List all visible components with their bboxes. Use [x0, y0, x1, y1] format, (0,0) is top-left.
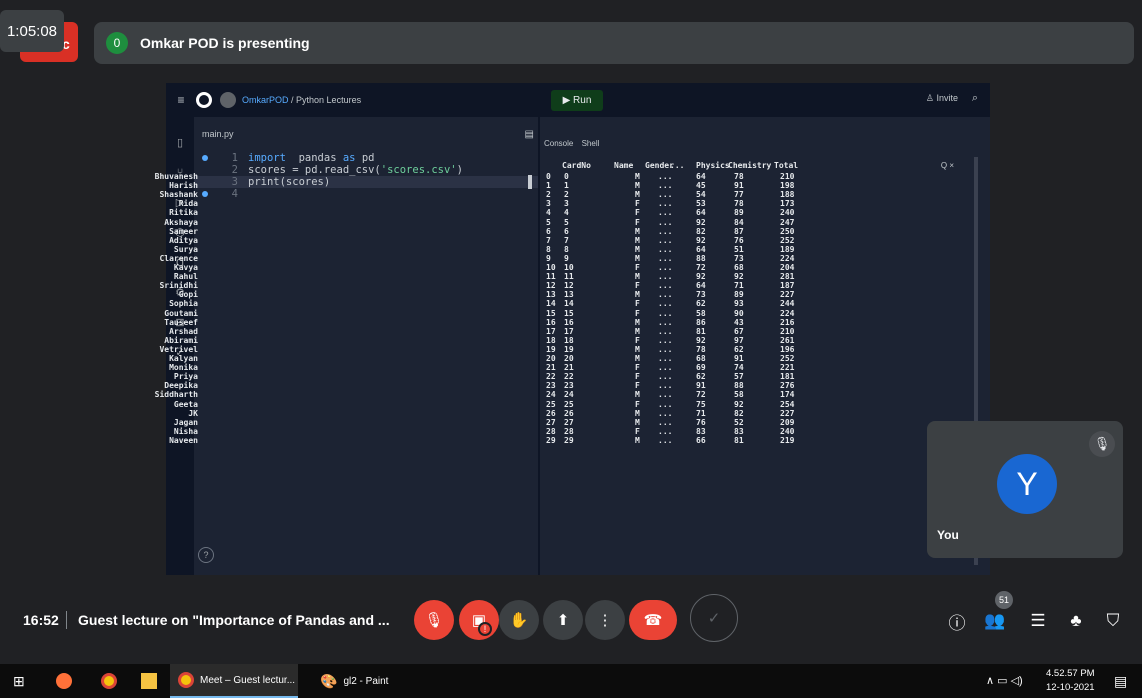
system-tray[interactable]: ∧ ▭ ◁): [986, 674, 1023, 687]
console-pane[interactable]: Console Shell Q × CardNo Name Gender... Phy…: [155, 117, 990, 575]
firefox-icon[interactable]: [56, 673, 72, 689]
breakpoint-dot-icon: [202, 191, 208, 197]
add-person-icon: ♙: [925, 93, 937, 103]
people-count-badge: 51: [995, 591, 1013, 609]
self-name: You: [937, 528, 959, 542]
help-icon[interactable]: ?: [198, 547, 214, 563]
line-number: 2: [231, 164, 238, 176]
breadcrumb-project[interactable]: / Python Lectures: [291, 95, 361, 105]
avatar[interactable]: [220, 92, 236, 108]
taskbar-paint-window[interactable]: 🎨 gl2 - Paint: [306, 664, 424, 698]
hang-up-icon: ☎: [643, 612, 663, 629]
notification-icon[interactable]: ▤: [1114, 673, 1127, 690]
console-search-close[interactable]: Q ×: [941, 161, 954, 170]
check-icon: ✓: [707, 610, 721, 627]
invite-label: Invite: [936, 93, 958, 103]
present-screen-icon: ⬆: [556, 612, 570, 629]
people-icon[interactable]: 👥: [983, 610, 1007, 632]
replit-logo-icon[interactable]: [196, 92, 212, 108]
self-video-tile[interactable]: 🎙 Y You: [927, 421, 1123, 558]
tab-shell[interactable]: Shell: [582, 139, 600, 148]
presenter-badge: 0: [106, 32, 128, 54]
camera-warning-icon: !: [478, 622, 492, 636]
taskbar-meet-window[interactable]: Meet – Guest lectur...: [170, 664, 298, 698]
self-avatar: Y: [997, 454, 1057, 514]
check-button[interactable]: ✓: [690, 594, 738, 642]
more-options-button[interactable]: ⋮: [585, 600, 625, 640]
chrome-icon: [178, 672, 194, 688]
console-tabs: Console Shell: [544, 139, 605, 148]
shared-screen: ≡ OmkarPOD / Python Lectures ▶ Run ♙ Inv…: [155, 83, 990, 575]
windows-start-icon[interactable]: ⊞: [13, 673, 29, 689]
taskbar-date: 12-10-2021: [1046, 682, 1095, 693]
line-number: 1: [231, 152, 238, 164]
present-button[interactable]: ⬆: [543, 600, 583, 640]
mic-off-icon: 🎙: [424, 612, 444, 629]
code-line[interactable]: 2 scores = pd.read_csv('scores.csv'): [194, 164, 538, 176]
line-number: 4: [231, 188, 238, 200]
code-line[interactable]: 3 print(scores): [194, 176, 538, 188]
code-text: scores = pd.read_csv('scores.csv'): [248, 164, 463, 176]
tab-console[interactable]: Console: [544, 139, 573, 148]
chevron-up-icon[interactable]: ∧: [986, 675, 994, 687]
presenter-text: Omkar POD is presenting: [140, 35, 310, 51]
network-icon[interactable]: ▭: [997, 675, 1007, 687]
meeting-title: Guest lecture on "Importance of Pandas a…: [78, 612, 390, 628]
code-text: print(scores): [248, 176, 331, 188]
presenting-bar: 0 Omkar POD is presenting: [94, 22, 1134, 64]
mic-off-icon: 🎙: [1089, 431, 1115, 457]
meeting-info-icon[interactable]: ⓘ: [945, 610, 969, 633]
chat-icon[interactable]: ☰: [1026, 610, 1050, 632]
camera-toggle-button[interactable]: ▣: [459, 600, 499, 640]
file-explorer-icon[interactable]: [141, 673, 157, 689]
more-vert-icon: ⋮: [597, 612, 613, 629]
separator: [66, 611, 67, 629]
activities-icon[interactable]: ♣: [1064, 610, 1088, 632]
mic-toggle-button[interactable]: 🎙: [414, 600, 454, 640]
windows-taskbar: ⊞ Meet – Guest lectur... 🎨 gl2 - Paint ∧…: [0, 664, 1142, 698]
code-editor[interactable]: main.py ▤ 1 import pandas as pd 2 scores = …: [194, 117, 538, 575]
editor-menu-icon[interactable]: ▤: [525, 129, 534, 140]
code-line[interactable]: 1 import pandas as pd: [194, 152, 538, 164]
code-text: import pandas as pd: [248, 152, 375, 164]
taskbar-time: 4.52.57 PM: [1046, 668, 1095, 679]
elapsed-timer: 1:05:08: [0, 10, 64, 52]
volume-icon[interactable]: ◁): [1011, 675, 1023, 687]
taskbar-clock[interactable]: 4.52.57 PM 12-10-2021: [1046, 667, 1095, 695]
raise-hand-button[interactable]: ✋: [499, 600, 539, 640]
invite-button[interactable]: ♙ Invite: [926, 93, 958, 104]
file-tab[interactable]: main.py: [202, 129, 234, 139]
play-icon: ▶: [562, 95, 574, 106]
ide-header: ≡ OmkarPOD / Python Lectures ▶ Run ♙ Inv…: [166, 83, 990, 117]
editor-scroll-handle[interactable]: [528, 175, 532, 189]
hand-icon: ✋: [509, 612, 529, 629]
end-call-button[interactable]: ☎: [629, 600, 677, 640]
files-icon[interactable]: ▯: [174, 137, 186, 149]
menu-icon[interactable]: ≡: [174, 93, 188, 107]
line-number: 3: [231, 176, 238, 188]
taskbar-meet-label: Meet – Guest lectur...: [200, 674, 296, 686]
run-label: Run: [573, 95, 592, 106]
breadcrumb-user[interactable]: OmkarPOD: [242, 95, 289, 105]
meeting-clock: 16:52: [23, 612, 59, 628]
paint-icon: 🎨: [320, 672, 338, 689]
chrome-icon[interactable]: [101, 673, 117, 689]
taskbar-paint-label: gl2 - Paint: [343, 675, 389, 687]
code-line[interactable]: 4: [194, 188, 538, 200]
run-button[interactable]: ▶ Run: [551, 90, 603, 111]
breadcrumb[interactable]: OmkarPOD / Python Lectures: [242, 95, 361, 105]
breakpoint-dot-icon: [202, 155, 208, 161]
host-controls-icon[interactable]: ⛉: [1101, 610, 1125, 632]
search-icon[interactable]: ⌕: [972, 92, 978, 105]
